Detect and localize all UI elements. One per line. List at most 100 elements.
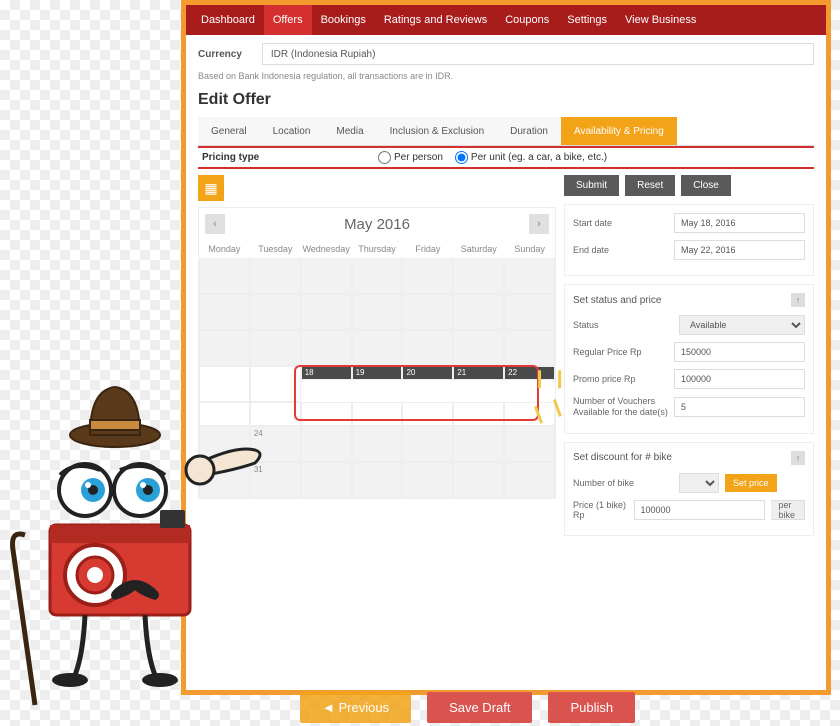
calendar-dow-row: Monday Tuesday Wednesday Thursday Friday…: [199, 240, 555, 258]
calendar-cell[interactable]: [250, 366, 301, 402]
submit-button[interactable]: Submit: [564, 175, 619, 196]
calendar-cell[interactable]: [352, 402, 403, 426]
calendar-cell[interactable]: 20: [402, 366, 453, 380]
calendar-cell[interactable]: [199, 366, 250, 402]
calendar-cell[interactable]: [301, 402, 352, 426]
calendar-cell[interactable]: [250, 258, 301, 294]
calendar-cell[interactable]: [504, 258, 555, 294]
price-bike-input[interactable]: [634, 500, 765, 520]
calendar-cell[interactable]: [250, 330, 301, 366]
calendar-cell[interactable]: [402, 258, 453, 294]
number-bike-select[interactable]: [679, 473, 719, 493]
calendar-cell[interactable]: [504, 426, 555, 462]
app-frame: Dashboard Offers Bookings Ratings and Re…: [181, 0, 831, 695]
calendar-cell[interactable]: [504, 294, 555, 330]
calendar-cell[interactable]: [352, 330, 403, 366]
publish-button[interactable]: Publish: [548, 692, 635, 723]
calendar-cell[interactable]: 18: [301, 366, 352, 380]
nav-coupons[interactable]: Coupons: [496, 5, 558, 35]
end-date-label: End date: [573, 245, 668, 255]
calendar-cell[interactable]: [453, 462, 504, 498]
collapse-button[interactable]: ↑: [791, 293, 805, 307]
previous-button[interactable]: ◄ Previous: [300, 692, 411, 723]
promo-price-input[interactable]: [674, 369, 805, 389]
calendar-cell[interactable]: [504, 462, 555, 498]
nav-view-business[interactable]: View Business: [616, 5, 705, 35]
dow-tue: Tuesday: [250, 240, 301, 258]
calendar-cell[interactable]: [453, 330, 504, 366]
radio-per-unit[interactable]: [455, 151, 468, 164]
tab-general[interactable]: General: [198, 117, 260, 145]
calendar-cell[interactable]: [352, 258, 403, 294]
start-date-input[interactable]: [674, 213, 805, 233]
calendar-cell[interactable]: [352, 426, 403, 462]
tab-inclusion[interactable]: Inclusion & Exclusion: [377, 117, 498, 145]
close-button[interactable]: Close: [681, 175, 731, 196]
currency-input[interactable]: [262, 43, 814, 65]
calendar-icon: ▦: [204, 180, 217, 197]
tab-availability[interactable]: Availability & Pricing: [561, 117, 677, 145]
calendar-cell[interactable]: [250, 402, 301, 426]
pricing-per-unit[interactable]: Per unit (eg. a car, a bike, etc.): [455, 151, 607, 164]
dow-fri: Friday: [402, 240, 453, 258]
nav-bookings[interactable]: Bookings: [312, 5, 375, 35]
end-date-input[interactable]: [674, 240, 805, 260]
cell-num: 24: [254, 429, 263, 438]
calendar-cell[interactable]: [402, 462, 453, 498]
calendar-cell[interactable]: 21: [453, 366, 504, 380]
tab-media[interactable]: Media: [323, 117, 376, 145]
calendar-cell[interactable]: [453, 258, 504, 294]
calendar-cell[interactable]: [352, 294, 403, 330]
calendar-cell[interactable]: 24: [250, 426, 301, 462]
calendar-cell[interactable]: [199, 294, 250, 330]
price-suffix: per bike: [771, 500, 805, 520]
calendar-cell[interactable]: [199, 330, 250, 366]
calendar-cell[interactable]: [199, 462, 250, 498]
calendar-toggle-button[interactable]: ▦: [198, 175, 224, 201]
nav-settings[interactable]: Settings: [558, 5, 616, 35]
collapse-button[interactable]: ↑: [791, 451, 805, 465]
pricing-per-person[interactable]: Per person: [378, 151, 443, 164]
dow-sun: Sunday: [504, 240, 555, 258]
reset-button[interactable]: Reset: [625, 175, 675, 196]
regular-price-input[interactable]: [674, 342, 805, 362]
status-select[interactable]: Available: [679, 315, 805, 335]
dow-wed: Wednesday: [301, 240, 352, 258]
calendar-cell[interactable]: [352, 462, 403, 498]
calendar-cell[interactable]: [301, 426, 352, 462]
calendar-cell[interactable]: [402, 294, 453, 330]
calendar-cell[interactable]: [402, 426, 453, 462]
calendar-prev-button[interactable]: ‹: [205, 214, 225, 234]
calendar-cell[interactable]: [453, 402, 504, 426]
calendar-cell[interactable]: [402, 330, 453, 366]
save-draft-button[interactable]: Save Draft: [427, 692, 532, 723]
calendar-cell[interactable]: [301, 258, 352, 294]
calendar-cell[interactable]: [250, 294, 301, 330]
calendar-cell[interactable]: [301, 462, 352, 498]
calendar-cell[interactable]: [453, 294, 504, 330]
nav-offers[interactable]: Offers: [264, 5, 312, 35]
cell-num: 18: [305, 368, 314, 377]
calendar-cell[interactable]: [199, 426, 250, 462]
calendar-cell[interactable]: [301, 330, 352, 366]
calendar-cell[interactable]: [504, 330, 555, 366]
set-price-button[interactable]: Set price: [725, 474, 777, 492]
nav-ratings[interactable]: Ratings and Reviews: [375, 5, 496, 35]
calendar-next-button[interactable]: ›: [529, 214, 549, 234]
calendar-cell[interactable]: [199, 258, 250, 294]
calendar-cell[interactable]: 19: [352, 366, 403, 380]
calendar-cell[interactable]: [453, 426, 504, 462]
calendar-cell[interactable]: [402, 402, 453, 426]
calendar-grid[interactable]: 18 19 20 21 22 24 31: [199, 258, 555, 498]
vouchers-input[interactable]: [674, 397, 805, 417]
tab-duration[interactable]: Duration: [497, 117, 561, 145]
radio-per-person[interactable]: [378, 151, 391, 164]
discount-panel: Set discount for # bike↑ Number of bikeS…: [564, 442, 814, 536]
calendar-cell[interactable]: [301, 294, 352, 330]
currency-note: Based on Bank Indonesia regulation, all …: [198, 71, 814, 81]
calendar-cell[interactable]: [199, 402, 250, 426]
previous-label: Previous: [338, 700, 389, 715]
nav-dashboard[interactable]: Dashboard: [192, 5, 264, 35]
calendar-cell[interactable]: 31: [250, 462, 301, 498]
tab-location[interactable]: Location: [260, 117, 324, 145]
